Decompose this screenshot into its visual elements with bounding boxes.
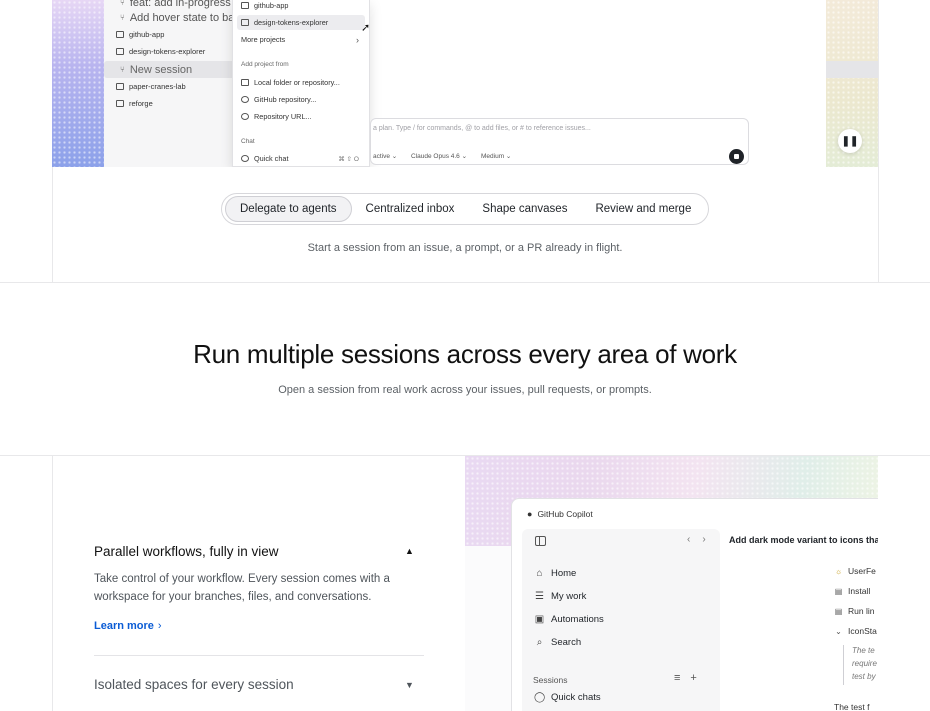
chevron-left-icon[interactable]: ‹ — [687, 534, 690, 545]
chat-section-label: Chat — [241, 138, 255, 145]
tab-centralized-inbox[interactable]: Centralized inbox — [352, 196, 469, 222]
prompt-placeholder: a plan. Type / for commands, @ to add fi… — [373, 125, 591, 132]
sessions-tools: ≡ + — [674, 672, 697, 684]
folder-icon — [116, 83, 124, 90]
list-icon: ☰ — [535, 591, 544, 602]
dropdown-item[interactable]: Repository URL... — [237, 109, 365, 124]
tab-review-and-merge[interactable]: Review and merge — [581, 196, 705, 222]
caret-down-icon[interactable]: ▼ — [405, 680, 414, 690]
github-icon: ● — [527, 509, 533, 519]
tabs-caption: Start a session from an issue, a prompt,… — [307, 242, 623, 254]
chevron-right-icon: › — [157, 620, 162, 632]
demo-gradient-left — [52, 0, 104, 167]
activity-text: The test f — [834, 702, 870, 711]
caret-up-icon[interactable]: ▲ — [405, 546, 414, 556]
folder-icon — [116, 48, 124, 55]
sidebar-item-home[interactable]: ⌂ Home — [534, 568, 576, 579]
chevron-down-icon: ⌄ — [835, 626, 842, 636]
search-icon: ⌕ — [536, 637, 543, 648]
more-projects-item[interactable]: More projects › — [237, 32, 365, 47]
activity-row: ▤ Install — [834, 586, 871, 596]
sun-icon: ☼ — [834, 566, 843, 576]
branch-icon: ⑂ — [120, 13, 125, 22]
model-selector[interactable]: Claude Opus 4.6 ⌄ — [411, 152, 467, 160]
plus-icon[interactable]: + — [690, 672, 696, 684]
home-icon: ⌂ — [536, 568, 543, 579]
tab-shape-canvases[interactable]: Shape canvases — [468, 196, 581, 222]
quick-chat-item[interactable]: Quick chat ⌘ ⇧ O — [237, 151, 365, 166]
activity-row-expanded[interactable]: ⌄ IconSta — [834, 626, 877, 636]
dropdown-item[interactable]: Local folder or repository... — [237, 75, 365, 90]
terminal-icon: ▤ — [834, 586, 843, 596]
app-sidebar: ‹ › ⌂ Home ☰ My work ▣ Automations ⌕ Search … — [522, 529, 720, 711]
dropdown-item-hovered[interactable]: design-tokens-explorer — [237, 15, 365, 30]
sidebar-item-search[interactable]: ⌕ Search — [534, 637, 581, 648]
folder-icon — [116, 100, 124, 107]
add-project-label: Add project from — [241, 61, 289, 68]
effort-selector[interactable]: Medium ⌄ — [481, 152, 511, 160]
session-header: Add dark mode variant to icons tha — [729, 535, 878, 545]
activity-note: The te — [852, 646, 875, 655]
stop-button[interactable] — [729, 149, 744, 164]
pause-icon: ❚❚ — [841, 135, 859, 147]
mode-selector[interactable]: active ⌄ — [373, 152, 397, 160]
frame-right-line — [878, 0, 879, 282]
activity-row: ☼ UserFe — [834, 566, 876, 576]
feature-description: Take control of your workflow. Every ses… — [94, 573, 390, 603]
learn-more-link[interactable]: Learn more › — [94, 620, 162, 632]
demo-sidebar-item[interactable]: github-app — [110, 26, 227, 43]
folder-icon — [116, 31, 124, 38]
sidebar-item-automations[interactable]: ▣ Automations — [534, 614, 604, 625]
nav-arrows: ‹ › — [687, 534, 706, 545]
link-icon — [241, 113, 249, 120]
activity-note: require — [852, 659, 877, 668]
branch-icon: ⑂ — [120, 65, 125, 74]
folder-icon — [241, 2, 249, 9]
mouse-cursor-icon: ➚ — [361, 22, 371, 34]
frame-left-line-lower — [52, 456, 53, 711]
calendar-icon: ▣ — [534, 614, 545, 625]
stop-icon — [734, 154, 739, 159]
sidebar-item-my-work[interactable]: ☰ My work — [534, 591, 586, 602]
feature-tabs: Delegate to agents Centralized inbox Sha… — [221, 193, 709, 225]
feature-divider — [94, 655, 424, 656]
demo-sidebar: ⑂ feat: add in-progress state ti ⑂ Add hov… — [104, 0, 878, 167]
app-preview: ● GitHub Copilot ‹ › ⌂ Home ☰ My work ▣ Aut… — [465, 456, 878, 711]
feature-accordion-title-2[interactable]: Isolated spaces for every session — [94, 677, 294, 692]
tab-delegate-to-agents[interactable]: Delegate to agents — [225, 196, 352, 222]
section-subtitle: Open a session from real work across you… — [278, 384, 652, 396]
sidebar-item-quick-chats[interactable]: ◯ Quick chats — [534, 692, 601, 703]
demo-sidebar-item[interactable]: paper-cranes-lab — [110, 78, 227, 95]
demo-sidebar-item[interactable]: design-tokens-explorer — [110, 43, 227, 60]
feature-accordion-title[interactable]: Parallel workflows, fully in view — [94, 544, 279, 559]
activity-note: test by — [852, 672, 876, 681]
sessions-label: Sessions — [533, 675, 568, 685]
terminal-icon: ▤ — [834, 606, 843, 616]
folder-icon — [241, 79, 249, 86]
section-divider-top — [0, 282, 930, 283]
dropdown-item[interactable]: GitHub repository... — [237, 92, 365, 107]
activity-row: ▤ Run lin — [834, 606, 875, 616]
filter-icon[interactable]: ≡ — [674, 672, 680, 684]
sidebar-toggle-icon[interactable] — [535, 536, 546, 546]
prompt-input[interactable]: a plan. Type / for commands, @ to add fi… — [370, 118, 749, 165]
folder-icon — [241, 19, 249, 26]
branch-icon: ⑂ — [120, 0, 125, 7]
app-window: ● GitHub Copilot ‹ › ⌂ Home ☰ My work ▣ Aut… — [511, 498, 878, 711]
pause-button[interactable]: ❚❚ — [838, 129, 862, 153]
app-titlebar: ● GitHub Copilot — [527, 509, 593, 519]
demo-video-frame: ⑂ feat: add in-progress state ti ⑂ Add hov… — [52, 0, 878, 167]
chat-bubble-icon — [241, 155, 249, 162]
quote-bar — [843, 645, 844, 685]
github-icon — [241, 96, 249, 103]
demo-sidebar-item[interactable]: reforge — [110, 95, 227, 112]
dropdown-item[interactable]: github-app — [237, 0, 365, 13]
section-title: Run multiple sessions across every area … — [193, 339, 737, 369]
chat-bubble-icon: ◯ — [534, 692, 546, 703]
project-dropdown-menu: github-app design-tokens-explorer More p… — [232, 0, 370, 167]
chevron-right-icon[interactable]: › — [702, 534, 705, 545]
chevron-right-icon: › — [356, 34, 359, 45]
shortcut-hint: ⌘ ⇧ O — [338, 155, 359, 163]
